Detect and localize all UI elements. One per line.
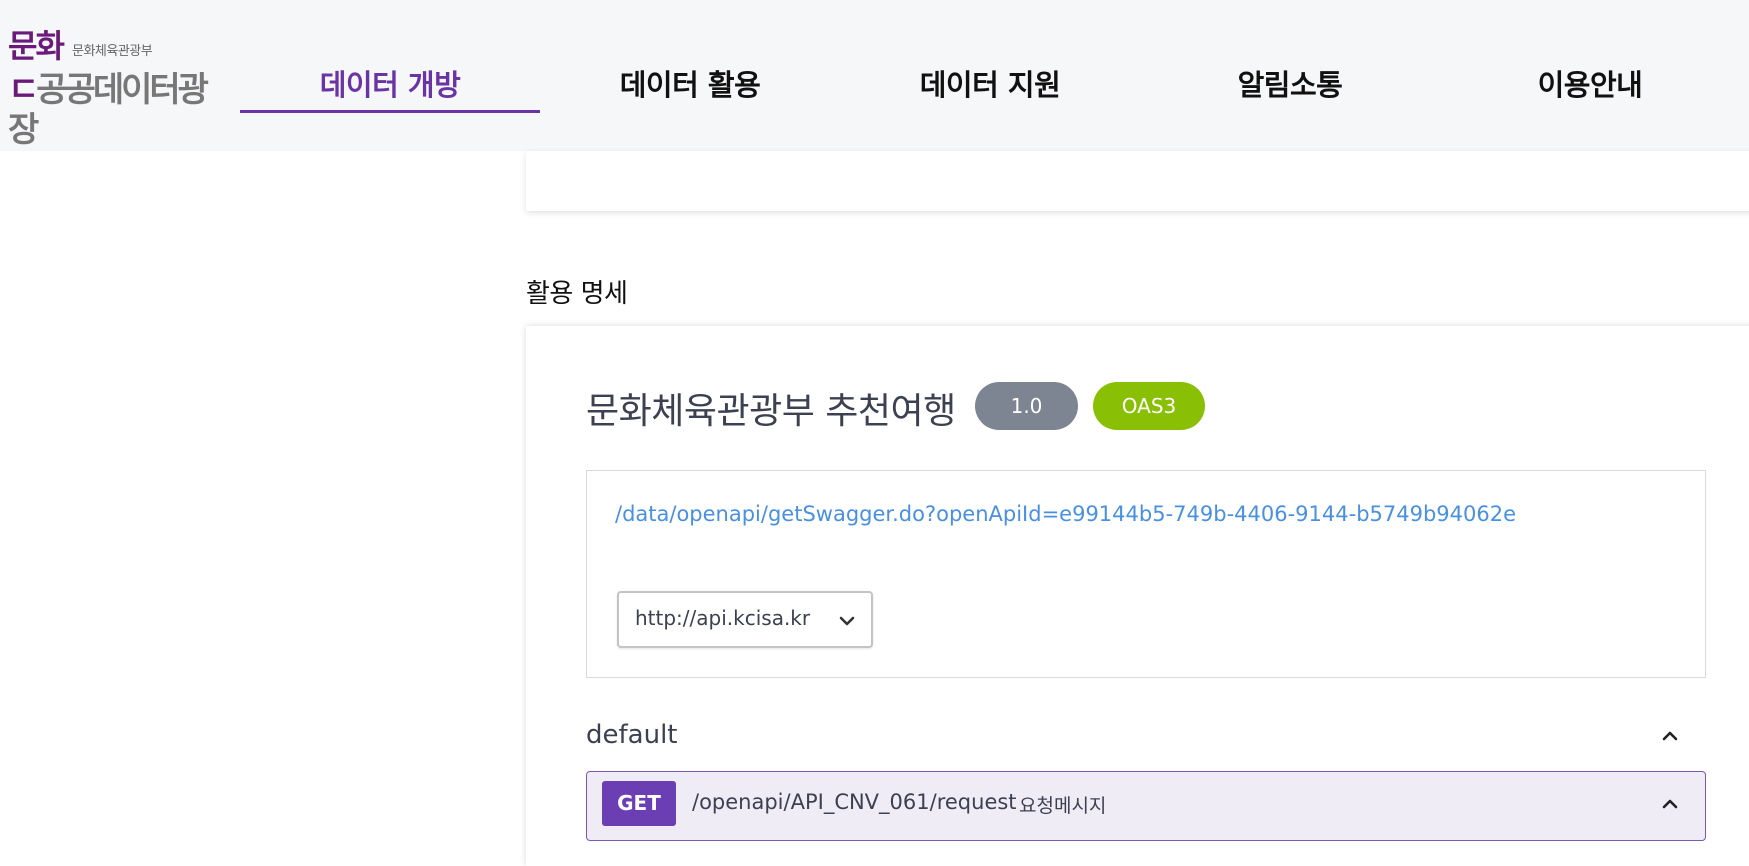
server-select[interactable]: http://api.kcisa.kr	[617, 591, 873, 648]
swagger-spec-link[interactable]: /data/openapi/getSwagger.do?openApiId=e9…	[615, 502, 1516, 526]
version-badge: 1.0	[975, 382, 1078, 430]
nav-item-guide[interactable]: 이용안내	[1440, 62, 1740, 112]
logo-text-plaza: 공공데이터광장	[8, 70, 209, 150]
previous-section-card	[526, 151, 1749, 211]
nav-label: 데이터 지원	[919, 68, 1061, 102]
nav-item-data-support[interactable]: 데이터 지원	[840, 62, 1140, 112]
site-logo[interactable]: 문화 문화체육관광부 ㄷ공공데이터광장	[8, 27, 209, 150]
chevron-down-icon	[839, 616, 855, 626]
server-select-value: http://api.kcisa.kr	[635, 606, 811, 630]
logo-text-first: ㄷ	[8, 70, 39, 110]
operation-path[interactable]: /openapi/API_CNV_061/request	[692, 790, 1017, 814]
nav-active-underline	[240, 110, 540, 113]
logo-text-sub: ㄷ공공데이터광장	[8, 70, 209, 150]
nav-label: 데이터 개방	[319, 68, 461, 102]
tag-default-label[interactable]: default	[586, 720, 677, 750]
nav-item-notice[interactable]: 알림소통	[1140, 62, 1440, 112]
logo-text-main: 문화	[8, 27, 65, 65]
nav-label: 알림소통	[1237, 68, 1343, 102]
nav-label: 이용안내	[1537, 68, 1643, 102]
nav-item-data-open[interactable]: 데이터 개방	[240, 62, 540, 113]
chevron-up-icon[interactable]	[1659, 793, 1681, 815]
operation-description: 요청메시지	[1019, 795, 1107, 817]
oas-badge: OAS3	[1093, 382, 1205, 430]
site-header: 문화 문화체육관광부 ㄷ공공데이터광장 데이터 개방 데이터 활용 데이터 지원…	[0, 0, 1749, 151]
chevron-up-icon[interactable]	[1659, 725, 1681, 747]
section-title: 활용 명세	[526, 279, 628, 309]
api-title: 문화체육관광부 추천여행	[586, 391, 956, 432]
nav-item-data-use[interactable]: 데이터 활용	[540, 62, 840, 112]
logo-text-ministry: 문화체육관광부	[72, 44, 153, 59]
method-badge: GET	[602, 781, 676, 826]
nav-label: 데이터 활용	[619, 68, 761, 102]
